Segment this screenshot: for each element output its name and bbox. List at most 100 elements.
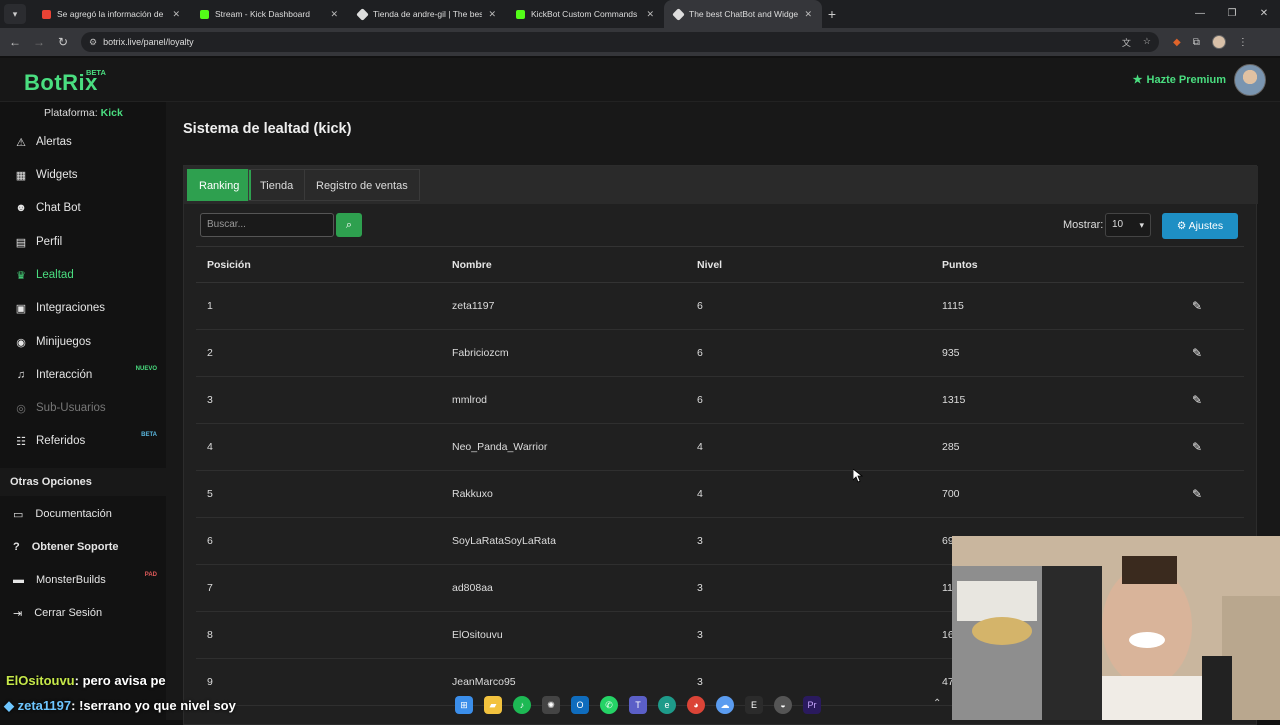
steam-icon[interactable]: ◒ bbox=[774, 696, 792, 714]
browser-menu-icon[interactable]: ⋮ bbox=[1238, 37, 1248, 48]
settings-label: Ajustes bbox=[1188, 220, 1224, 232]
chat-overlay-line: ElOsitouvu: pero avisa pe bbox=[6, 673, 166, 693]
browser-tab[interactable]: Stream - Kick Dashboard ✕ bbox=[190, 0, 348, 28]
puzzle-icon: ▣ bbox=[15, 302, 27, 315]
beta-badge: BETA bbox=[141, 432, 157, 438]
scroll-icon: ▭ bbox=[13, 508, 24, 521]
premium-button[interactable]: ★ Hazte Premium bbox=[1133, 73, 1226, 87]
close-icon[interactable]: ✕ bbox=[804, 9, 812, 20]
sidebar-item-label: Minijuegos bbox=[36, 336, 91, 348]
cell-position: 6 bbox=[207, 535, 213, 547]
sidebar-item-alertas[interactable]: ⚠ Alertas bbox=[0, 128, 166, 156]
tab-tienda[interactable]: Tienda bbox=[248, 169, 306, 201]
page-size-select[interactable]: 10 ▾ bbox=[1105, 213, 1151, 237]
url-field[interactable]: ⚙ botrix.live/panel/loyalty 文 ☆ bbox=[81, 32, 1159, 52]
sidebar-item-label: Lealtad bbox=[36, 269, 74, 281]
pad-badge: PAD bbox=[144, 572, 157, 578]
tab-title: Se agregó la información de se bbox=[57, 9, 167, 19]
column-header[interactable]: Posición bbox=[207, 247, 251, 284]
profile-avatar[interactable] bbox=[1211, 35, 1226, 49]
close-icon[interactable]: ✕ bbox=[488, 9, 496, 20]
sidebar-item-lealtad[interactable]: ♛ Lealtad bbox=[0, 261, 166, 289]
extensions-area: ◆ ⧉ ⋮ bbox=[1173, 35, 1248, 49]
file-explorer-icon[interactable]: ▰ bbox=[484, 696, 502, 714]
edit-pencil-icon[interactable]: ✎ bbox=[1192, 471, 1202, 518]
tab-title: KickBot Custom Commands bbox=[531, 9, 638, 19]
cell-position: 5 bbox=[207, 488, 213, 500]
sidebar-item-monsterbuilds[interactable]: ▬ MonsterBuilds PAD bbox=[0, 567, 166, 593]
sidebar-item-label: Perfil bbox=[36, 236, 63, 248]
close-icon[interactable]: ✕ bbox=[172, 9, 180, 20]
edge-icon[interactable]: e bbox=[658, 696, 676, 714]
user-avatar[interactable] bbox=[1234, 64, 1266, 96]
settings-button[interactable]: ⚙ Ajustes bbox=[1162, 213, 1238, 239]
sidebar-item-integraciones[interactable]: ▣ Integraciones bbox=[0, 294, 166, 322]
bookmark-star-icon[interactable]: ☆ bbox=[1143, 36, 1151, 49]
outlook-icon[interactable]: O bbox=[571, 696, 589, 714]
forward-icon[interactable]: → bbox=[27, 35, 51, 49]
tab-ranking[interactable]: Ranking bbox=[187, 169, 252, 201]
sidebar-item-sub-usuarios[interactable]: ◎ Sub-Usuarios bbox=[0, 394, 166, 422]
sidebar-item-cerrar-sesion[interactable]: ⇥ Cerrar Sesión bbox=[0, 600, 166, 626]
browser-tab-active[interactable]: The best ChatBot and Widgets ✕ bbox=[664, 0, 822, 28]
sidebar-item-perfil[interactable]: ▤ Perfil bbox=[0, 228, 166, 256]
sidebar-item-label: Chat Bot bbox=[36, 202, 81, 214]
browser-tab[interactable]: Se agregó la información de se ✕ bbox=[32, 0, 190, 28]
whatsapp-icon[interactable]: ✆ bbox=[600, 696, 618, 714]
tab-registro-de-ventas[interactable]: Registro de ventas bbox=[304, 169, 420, 201]
cell-position: 3 bbox=[207, 394, 213, 406]
close-icon[interactable]: ✕ bbox=[646, 9, 654, 20]
sidebar-item-documentacion[interactable]: ▭ Documentación bbox=[0, 501, 166, 527]
new-tab-icon[interactable]: + bbox=[822, 6, 842, 22]
edit-pencil-icon[interactable]: ✎ bbox=[1192, 377, 1202, 424]
sidebar-item-label: Obtener Soporte bbox=[31, 541, 119, 553]
browser-tab[interactable]: KickBot Custom Commands ✕ bbox=[506, 0, 664, 28]
site-info-icon[interactable]: ⚙ bbox=[89, 37, 97, 48]
botrix-favicon-icon bbox=[672, 7, 685, 21]
close-icon[interactable]: ✕ bbox=[330, 9, 338, 20]
premiere-icon[interactable]: Pr bbox=[803, 696, 821, 714]
search-icon[interactable]: ⌕ bbox=[336, 213, 362, 237]
sidebar-item-obtener-soporte[interactable]: ? Obtener Soporte bbox=[0, 534, 166, 560]
close-window-icon[interactable]: ✕ bbox=[1248, 0, 1280, 28]
sidebar-item-minijuegos[interactable]: ◉ Minijuegos bbox=[0, 328, 166, 356]
minimize-icon[interactable]: — bbox=[1184, 0, 1216, 28]
spotify-icon[interactable]: ♪ bbox=[513, 696, 531, 714]
teams-icon[interactable]: T bbox=[629, 696, 647, 714]
page-title: Sistema de lealtad (kick) bbox=[183, 121, 352, 137]
chat-username: ElOsitouvu bbox=[6, 673, 75, 688]
kickbot-favicon-icon bbox=[516, 9, 525, 19]
column-header[interactable]: Puntos bbox=[942, 247, 978, 284]
browser-tab[interactable]: Tienda de andre-gil | The best ✕ bbox=[348, 0, 506, 28]
edit-pencil-icon[interactable]: ✎ bbox=[1192, 424, 1202, 471]
back-icon[interactable]: ← bbox=[3, 35, 27, 49]
column-header[interactable]: Nombre bbox=[452, 247, 492, 284]
epic-games-icon[interactable]: E bbox=[745, 696, 763, 714]
sidebar-item-widgets[interactable]: ▦ Widgets bbox=[0, 161, 166, 189]
sidebar-item-interaccion[interactable]: ♫ Interacción NUEVO bbox=[0, 361, 166, 389]
windows-start-icon[interactable]: ⊞ bbox=[455, 696, 473, 714]
extension-icon[interactable]: ◆ bbox=[1173, 37, 1181, 48]
chrome-icon[interactable]: ◕ bbox=[687, 696, 705, 714]
reload-icon[interactable]: ↻ bbox=[51, 35, 75, 49]
edit-pencil-icon[interactable]: ✎ bbox=[1192, 330, 1202, 377]
openai-icon[interactable]: ✺ bbox=[542, 696, 560, 714]
puzzle-extensions-icon[interactable]: ⧉ bbox=[1193, 37, 1200, 48]
sidebar-item-label: Alertas bbox=[36, 136, 72, 148]
tab-title: Stream - Kick Dashboard bbox=[215, 9, 310, 19]
cell-position: 7 bbox=[207, 582, 213, 594]
cell-points: 700 bbox=[942, 488, 960, 500]
edit-pencil-icon[interactable]: ✎ bbox=[1192, 283, 1202, 330]
messenger-icon[interactable]: ☁ bbox=[716, 696, 734, 714]
sidebar-item-chat-bot[interactable]: ☻ Chat Bot bbox=[0, 194, 166, 222]
panel-tabs: Ranking Tienda Registro de ventas bbox=[184, 166, 1258, 204]
search-input[interactable]: Buscar... bbox=[200, 213, 334, 237]
sidebar-item-referidos[interactable]: ☷ Referidos BETA bbox=[0, 427, 166, 455]
tray-chevron-up-icon[interactable]: ⌃ bbox=[933, 698, 941, 709]
cell-level: 3 bbox=[697, 535, 703, 547]
translate-icon[interactable]: 文 bbox=[1122, 36, 1131, 49]
trophy-icon: ♛ bbox=[16, 269, 26, 282]
restore-icon[interactable]: ❐ bbox=[1216, 0, 1248, 28]
column-header[interactable]: Nivel bbox=[697, 247, 722, 284]
tab-search-icon[interactable]: ▾ bbox=[4, 4, 26, 24]
